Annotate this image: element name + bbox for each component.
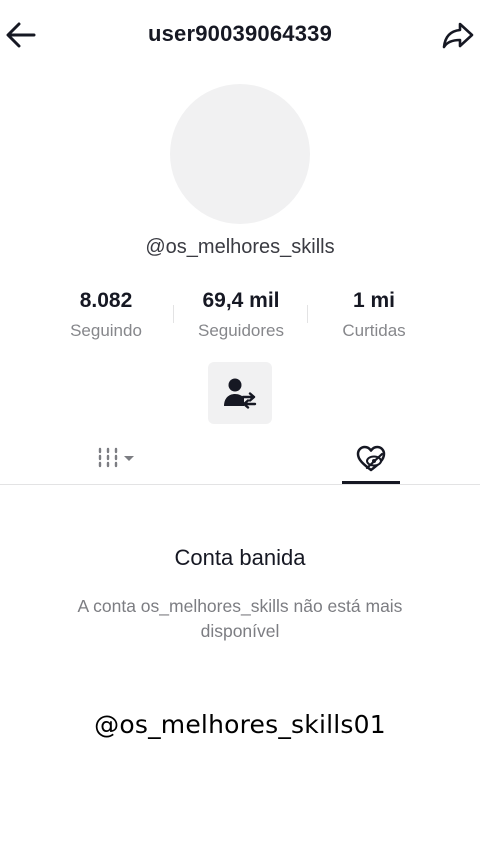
stat-divider	[173, 305, 174, 323]
tab-liked[interactable]	[342, 436, 400, 482]
page-title: user90039064339	[147, 21, 333, 46]
stat-followers[interactable]: 69,4 mil Seguidores	[176, 287, 306, 341]
banned-description: A conta os_melhores_skills não está mais…	[77, 596, 403, 641]
stat-likes-label: Curtidas	[342, 321, 406, 340]
stat-followers-label: Seguidores	[197, 321, 284, 340]
stat-likes[interactable]: 1 mi Curtidas	[309, 287, 439, 341]
tab-videos[interactable]	[90, 440, 140, 476]
liked-heart-hidden-icon	[356, 445, 386, 472]
add-friend-button[interactable]	[208, 362, 272, 424]
caret-down-icon	[123, 456, 134, 461]
banned-title: Conta banida	[174, 545, 306, 570]
stat-likes-value: 1 mi	[352, 289, 396, 312]
grid-bars-icon	[98, 447, 117, 468]
stat-divider	[307, 305, 308, 323]
stat-following[interactable]: 8.082 Seguindo	[41, 287, 171, 341]
add-friend-swap-icon	[224, 378, 257, 409]
share-arrow-icon	[442, 22, 474, 49]
overlay-caption: @os_melhores_skills01	[94, 710, 386, 739]
stat-following-label: Seguindo	[70, 321, 142, 340]
stat-followers-value: 69,4 mil	[202, 289, 280, 312]
share-button[interactable]	[440, 18, 476, 52]
avatar	[170, 84, 310, 224]
profile-stats: 8.082 Seguindo 69,4 mil Seguidores 1 mi …	[0, 287, 480, 349]
tabs-divider	[0, 484, 480, 485]
stat-following-value: 8.082	[79, 289, 133, 312]
top-bar: user90039064339	[0, 0, 480, 70]
profile-handle: @os_melhores_skills	[145, 236, 335, 258]
profile-tabs	[0, 436, 480, 484]
